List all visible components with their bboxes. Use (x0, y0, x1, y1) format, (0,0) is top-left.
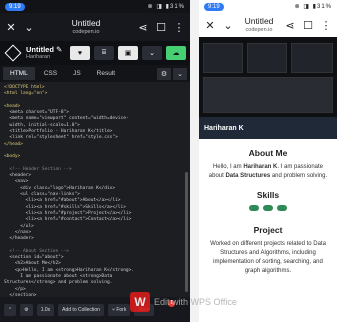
editor-thumbnail (199, 37, 337, 117)
chevron-down-icon[interactable]: ⌄ (23, 21, 35, 34)
tab-html[interactable]: HTML (3, 67, 35, 80)
site-logo[interactable]: Hariharan K (204, 125, 244, 132)
skills-section: Skills (199, 190, 337, 211)
bookmark-icon[interactable]: ☐ (155, 21, 167, 34)
codepen-editor-screen: 9:19 ⊗ ◨ ▮31% ✕ ⌄ Untitled codepen.io ⋖ … (0, 0, 190, 322)
status-icons: ⊗ ◨ ▮31% (147, 4, 185, 10)
status-time: 9:19 (204, 2, 224, 11)
skill-pill (263, 205, 273, 211)
cloud-icon[interactable]: ☁ (166, 46, 186, 60)
preview-screen: 9:19 ⊗ ◨ ▮31% ✕ ⌄ Untitled codepen.io ⋖ … (199, 0, 337, 322)
chevron-down-icon[interactable]: ⌄ (222, 19, 234, 32)
browser-bar: ✕ ⌄ Untitled codepen.io ⋖ ☐ ⋮ (0, 13, 190, 41)
bookmark-icon[interactable]: ☐ (302, 19, 314, 32)
browser-title: Untitled codepen.io (41, 18, 131, 35)
page-url: codepen.io (72, 28, 100, 35)
pen-author[interactable]: Hariharan (26, 54, 66, 60)
heart-icon[interactable]: ♥ (70, 46, 90, 60)
editor-tabs: HTML CSS JS Result ⚙ ⌄ (0, 65, 190, 82)
watermark: W Edit with WPS Office (130, 292, 237, 312)
editor-scrollbar[interactable] (185, 172, 188, 292)
save-icon[interactable]: ▣ (118, 46, 138, 60)
tab-css[interactable]: CSS (37, 67, 64, 80)
skills-title: Skills (256, 190, 280, 200)
about-name: Hariharan K (243, 164, 278, 170)
site-navbar: Hariharan K (199, 117, 337, 139)
codepen-logo-icon[interactable] (4, 44, 22, 62)
thumb-pane (291, 43, 333, 73)
menu-icon[interactable]: ⋮ (173, 21, 185, 34)
status-icons: ⊗ ◨ ▮31% (294, 4, 332, 10)
about-section: About Me Hello, I am Hariharan K. I am p… (199, 148, 337, 181)
browser-bar: ✕ ⌄ Untitled codepen.io ⋖ ☐ ⋮ (199, 13, 337, 37)
browser-title: Untitled codepen.io (240, 16, 278, 33)
chevron-down-icon[interactable]: ⌄ (142, 46, 162, 60)
page-title: Untitled (244, 16, 274, 27)
status-time: 9:19 (5, 2, 25, 11)
pen-titles: Untitled ✎ Hariharan (26, 45, 66, 60)
about-post: and problem solving. (270, 173, 328, 179)
menu-icon[interactable]: ⋮ (320, 19, 332, 32)
chevron-up-icon[interactable]: ⌃ (4, 303, 17, 316)
add-to-collection-button[interactable]: Add to Collection (58, 303, 104, 316)
wps-logo-icon: W (130, 292, 150, 312)
project-title: Project (253, 225, 283, 235)
tab-result[interactable]: Result (90, 67, 122, 80)
project-text: Worked on different projects related to … (210, 241, 326, 274)
zoom-button[interactable]: 1.0x (36, 303, 55, 316)
fork-button[interactable]: ⑂ Fork (107, 303, 131, 316)
skill-pill (249, 205, 259, 211)
page-title: Untitled (71, 18, 101, 29)
about-text: Hello, I am Hariharan K. I am passionate… (205, 163, 331, 181)
gear-icon[interactable]: ⚙ (20, 303, 33, 316)
skills-list (205, 205, 331, 211)
page-url: codepen.io (245, 26, 273, 33)
about-title: About Me (248, 148, 288, 158)
thumb-result (203, 77, 333, 113)
about-pre: Hello, I am (212, 164, 244, 170)
watermark-text: Edit with WPS Office (154, 297, 237, 307)
share-icon[interactable]: ⋖ (284, 19, 296, 32)
close-icon[interactable]: ✕ (5, 21, 17, 34)
code-editor[interactable]: <!DOCTYPE html> <html lang="en"> <head> <… (0, 82, 190, 297)
close-icon[interactable]: ✕ (204, 19, 216, 32)
gear-icon[interactable]: ⚙ (157, 67, 171, 80)
chevron-down-icon[interactable]: ⌄ (173, 67, 187, 80)
status-bar: 9:19 ⊗ ◨ ▮31% (0, 0, 190, 13)
project-section: Project Worked on different projects rel… (199, 225, 337, 276)
thumb-pane (203, 43, 243, 73)
status-bar: 9:19 ⊗ ◨ ▮31% (199, 0, 337, 13)
codepen-header: Untitled ✎ Hariharan ♥ ⌸ ▣ ⌄ ☁ (0, 41, 190, 65)
pen-title[interactable]: Untitled ✎ (26, 45, 66, 54)
thumb-pane (247, 43, 287, 73)
tab-js[interactable]: JS (66, 67, 88, 80)
skill-pill (277, 205, 287, 211)
about-ds: Data Structures (225, 173, 271, 179)
layout-icon[interactable]: ⌸ (94, 46, 114, 60)
share-icon[interactable]: ⋖ (137, 21, 149, 34)
